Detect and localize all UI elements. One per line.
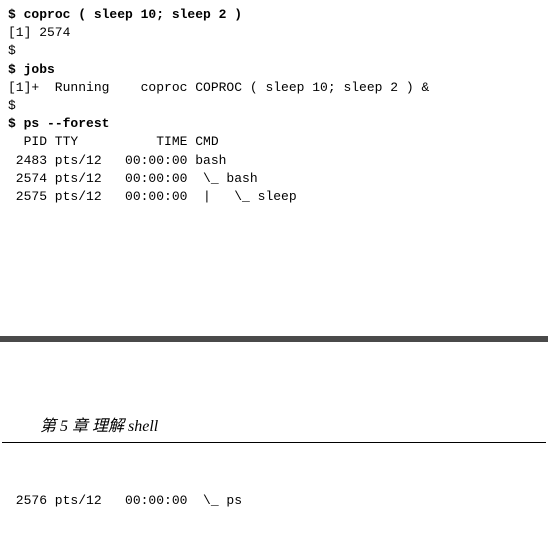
output-jobid: [1] 2574 [8, 24, 540, 42]
prompt: $ [8, 116, 24, 131]
terminal-output: $ coproc ( sleep 10; sleep 2 ) [1] 2574 … [0, 0, 548, 216]
command-ps: ps --forest [24, 116, 110, 131]
ps-row: 2483 pts/12 00:00:00 bash [8, 152, 540, 170]
chapter-label: 第 5 章 理解 shell [40, 418, 158, 435]
prompt: $ [8, 62, 24, 77]
cmd-line-3: $ ps --forest [8, 115, 540, 133]
cmd-line-1: $ coproc ( sleep 10; sleep 2 ) [8, 6, 540, 24]
cmd-line-2: $ jobs [8, 61, 540, 79]
chapter-heading: 第 5 章 理解 shell [0, 412, 548, 442]
spacer [0, 216, 548, 336]
command-jobs: jobs [24, 62, 55, 77]
ps-header: PID TTY TIME CMD [8, 133, 540, 151]
spacer [0, 342, 548, 412]
prompt-empty-2: $ [8, 97, 540, 115]
command-coproc: coproc ( sleep 10; sleep 2 ) [24, 7, 242, 22]
ps-row: 2574 pts/12 00:00:00 \_ bash [8, 170, 540, 188]
prompt-empty-1: $ [8, 42, 540, 60]
prompt: $ [8, 7, 24, 22]
output-jobs: [1]+ Running coproc COPROC ( sleep 10; s… [8, 79, 540, 97]
terminal-output-continued: 2576 pts/12 00:00:00 \_ ps [0, 443, 548, 529]
ps-row: 2575 pts/12 00:00:00 | \_ sleep [8, 188, 540, 206]
ps-row: 2576 pts/12 00:00:00 \_ ps [8, 493, 540, 508]
